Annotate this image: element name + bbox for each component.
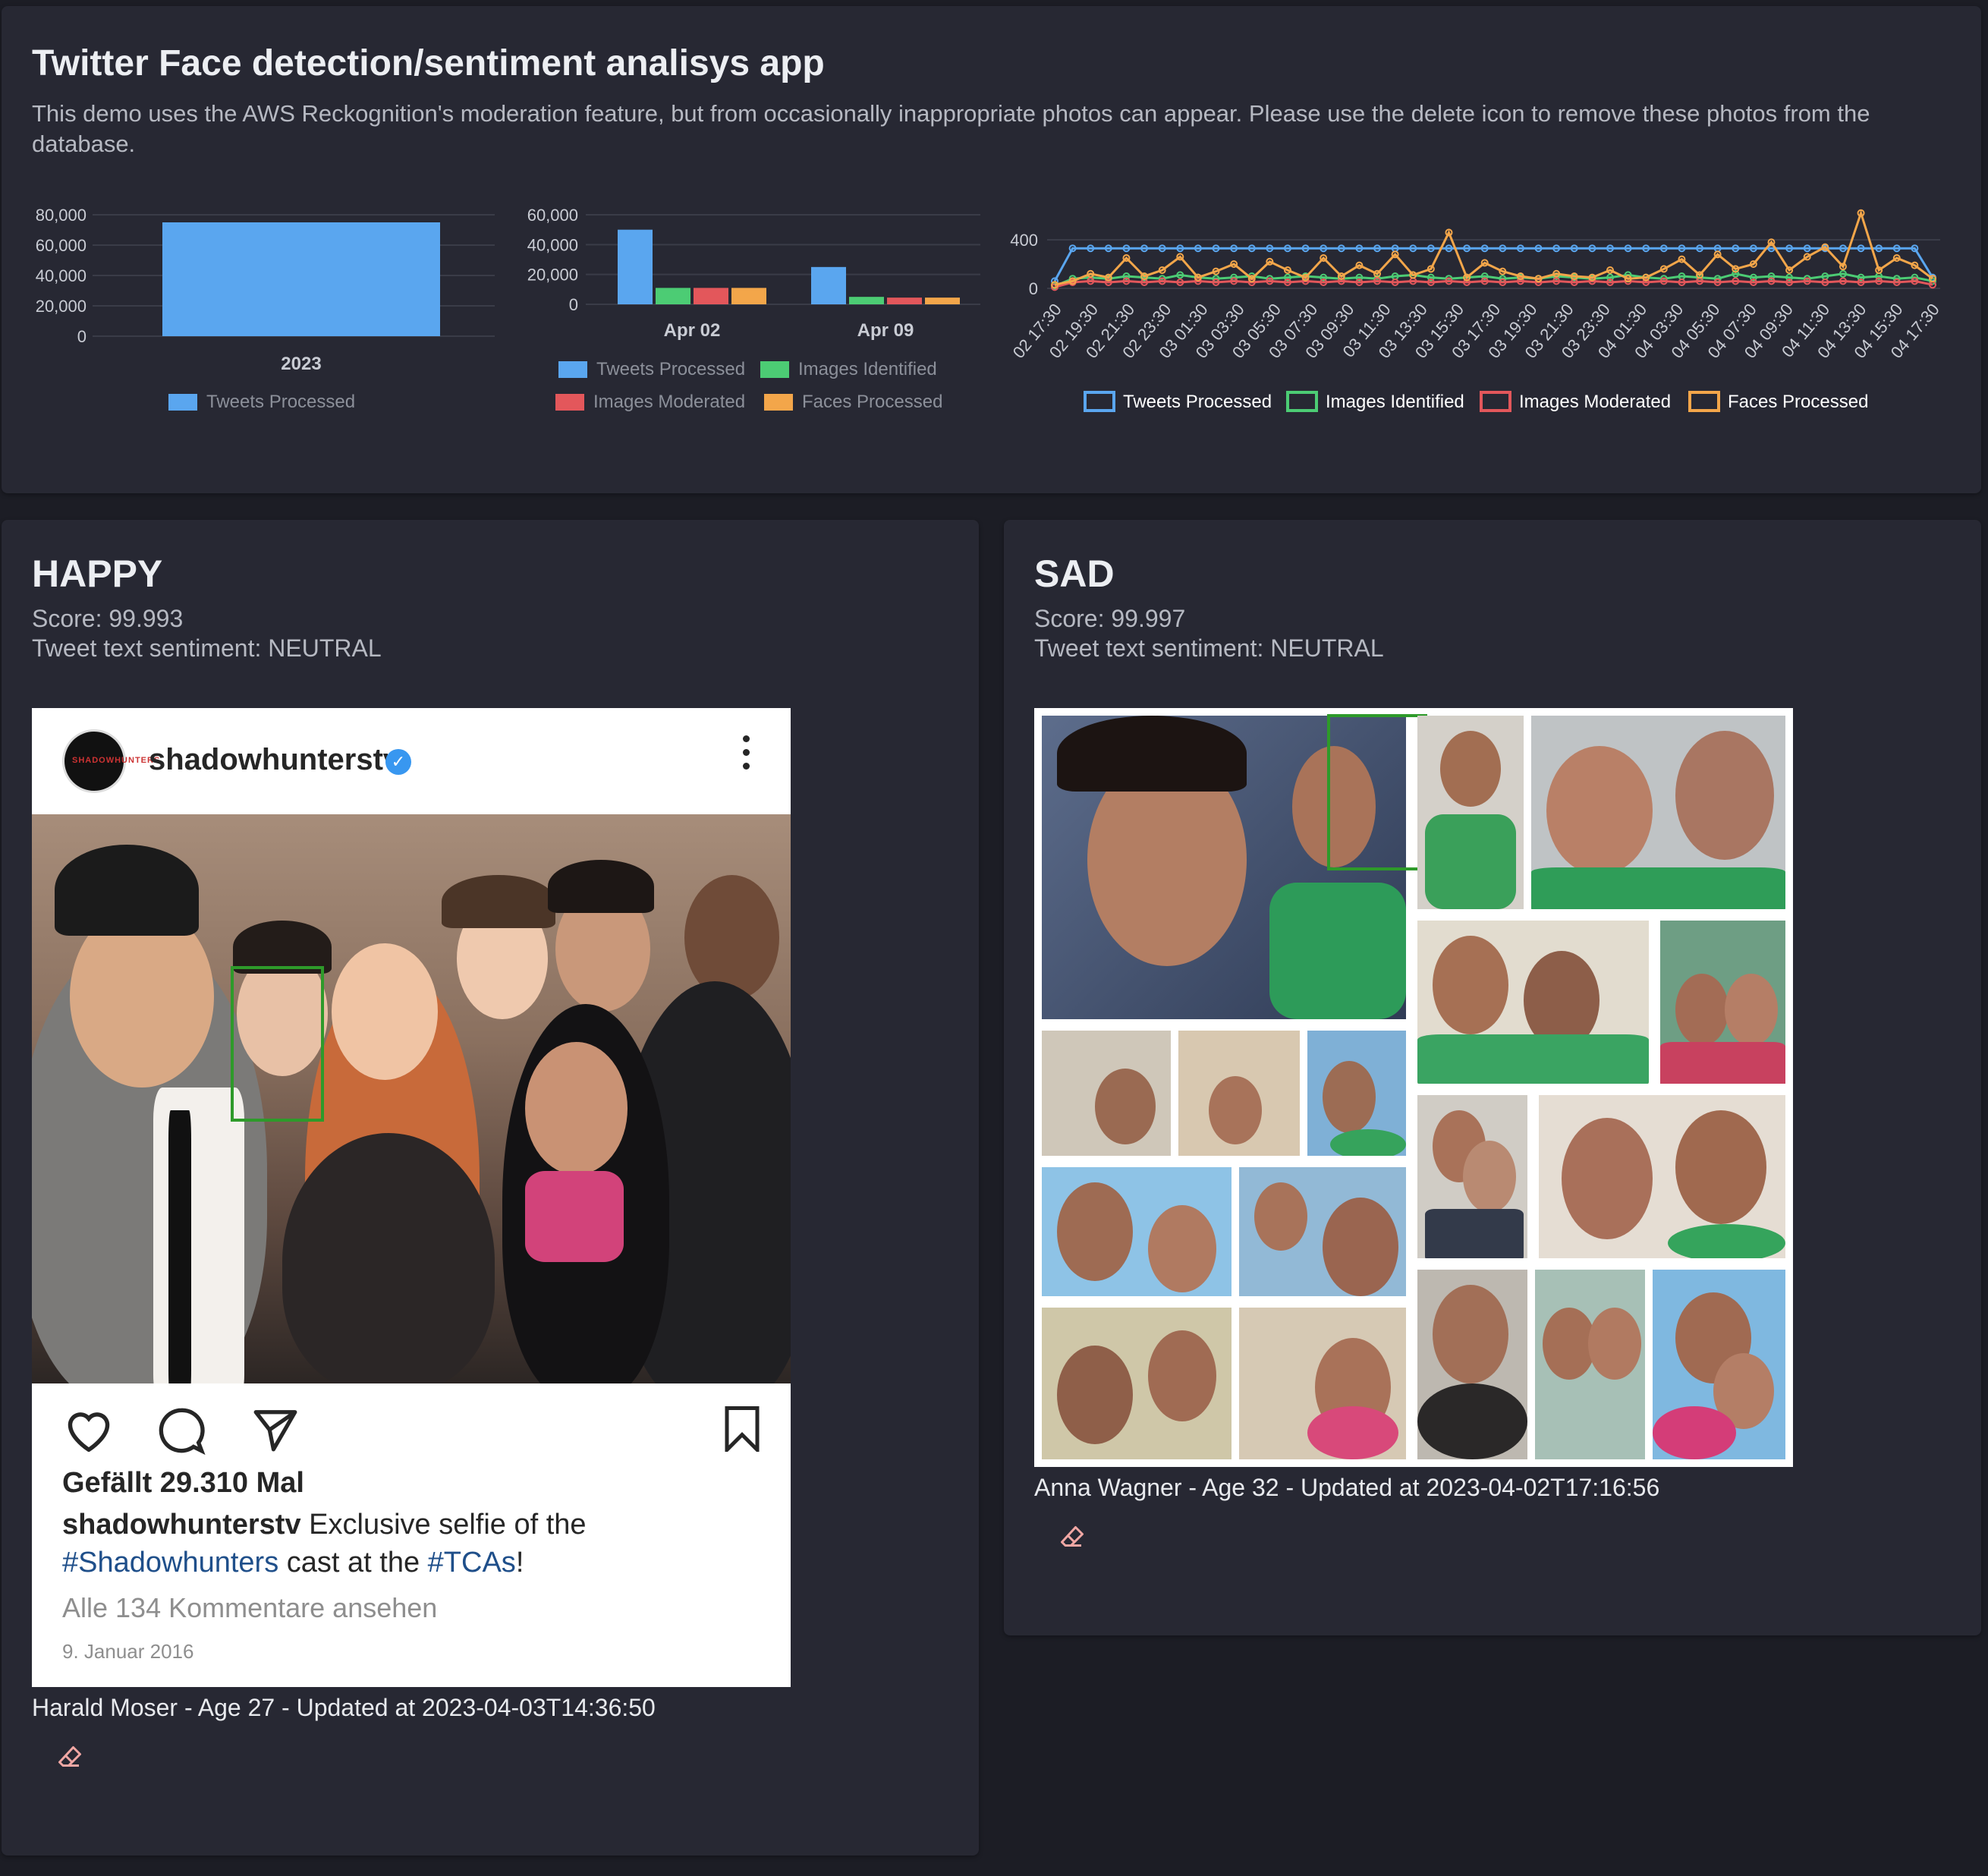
y-tick-label: 400: [1010, 231, 1038, 250]
bar: [849, 297, 884, 304]
face-card-sad: SAD Score: 99.997 Tweet text sentiment: …: [1004, 520, 1981, 1635]
avatar: SHADOWHUNTERS: [62, 729, 159, 793]
face-bounding-box: [1327, 714, 1427, 870]
series-line: [1054, 279, 1933, 288]
bar: [925, 297, 960, 304]
weekly-bar-chart: 60,000 40,000 20,000 0 Apr 02 Apr 09 Tweets Pr…: [527, 206, 980, 412]
y-tick-label: 0: [1029, 279, 1038, 298]
post-date: 9. Januar 2016: [62, 1640, 194, 1663]
y-tick-label: 0: [569, 295, 578, 314]
y-tick-label: 20,000: [36, 297, 87, 316]
score-text: Score: 99.997: [1034, 605, 1186, 632]
y-tick-label: 60,000: [36, 236, 87, 255]
legend-swatch: [555, 394, 584, 411]
y-tick-label: 60,000: [527, 206, 578, 225]
legend-swatch: [1084, 391, 1115, 412]
post-likes: Gefällt 29.310 Mal: [62, 1467, 304, 1499]
legend-label: Tweets Processed: [1123, 392, 1272, 412]
bar: [656, 288, 690, 304]
emotion-title: SAD: [1034, 552, 1115, 595]
group-selfie-image: [32, 814, 791, 1383]
bar: [694, 288, 728, 304]
eraser-icon[interactable]: [56, 1744, 83, 1771]
post-caption-line1: shadowhunterstv Exclusive selfie of the: [62, 1509, 587, 1541]
more-options-icon: [741, 735, 750, 778]
legend-label: Tweets Processed: [596, 359, 745, 379]
x-tick-label: Apr 09: [857, 320, 914, 341]
bookmark-icon: [725, 1406, 760, 1452]
legend-swatch: [1480, 391, 1511, 412]
y-tick-label: 0: [77, 327, 87, 346]
bar: [618, 229, 653, 304]
bar: [811, 266, 846, 304]
face-card-happy: HAPPY Score: 99.993 Tweet text sentiment…: [2, 520, 979, 1856]
legend-label: Images Moderated: [1519, 392, 1671, 412]
legend-swatch: [1688, 391, 1720, 412]
app-description: This demo uses the AWS Reckognition's mo…: [32, 100, 1870, 157]
legend-label: Tweets Processed: [206, 392, 355, 412]
verified-badge-icon: ✓: [385, 749, 411, 775]
avatar-logo-text: SHADOWHUNTERS: [72, 756, 161, 765]
sentiment-text: Tweet text sentiment: NEUTRAL: [32, 634, 382, 662]
legend-label: Faces Processed: [802, 392, 942, 412]
emotion-title: HAPPY: [32, 552, 163, 595]
y-tick-label: 40,000: [36, 266, 87, 285]
app-title: Twitter Face detection/sentiment analisy…: [32, 43, 825, 83]
legend-swatch: [168, 394, 197, 411]
x-tick-label: 2023: [281, 354, 321, 374]
sentiment-text: Tweet text sentiment: NEUTRAL: [1034, 634, 1384, 662]
legend-label: Images Identified: [798, 359, 937, 379]
post-caption-line2: #Shadowhunters cast at the #TCAs!: [62, 1547, 524, 1579]
stats-card: Twitter Face detection/sentiment analisy…: [2, 6, 1981, 493]
x-tick-label: Apr 02: [664, 320, 721, 341]
legend-swatch: [764, 394, 793, 411]
legend-swatch: [760, 361, 789, 378]
post-header: SHADOWHUNTERS shadowhunterstv ✓: [32, 708, 791, 814]
bar: [887, 297, 922, 304]
share-icon: [253, 1410, 297, 1452]
legend-swatch: [1286, 391, 1318, 412]
tweet-photo-collage: [1034, 708, 1793, 1467]
post-actions: [32, 1383, 791, 1459]
series-line: [1054, 272, 1933, 288]
face-bounding-box: [231, 966, 324, 1122]
y-tick-label: 80,000: [36, 206, 87, 225]
post-username: shadowhunterstv: [149, 743, 401, 776]
bar: [731, 288, 766, 304]
legend-swatch: [558, 361, 587, 378]
heart-icon: [68, 1412, 110, 1452]
tweet-photo: SHADOWHUNTERS shadowhunterstv ✓ Gefällt …: [32, 708, 791, 1687]
person-caption: Anna Wagner - Age 32 - Updated at 2023-0…: [1034, 1474, 1660, 1501]
score-text: Score: 99.993: [32, 605, 184, 632]
bar: [162, 222, 440, 336]
comment-icon: [159, 1408, 206, 1455]
person-caption: Harald Moser - Age 27 - Updated at 2023-…: [32, 1694, 656, 1721]
legend-label: Images Identified: [1326, 392, 1464, 412]
hourly-line-chart: 400002 17:3002 19:3002 21:3002 23:3003 0…: [1009, 209, 1943, 412]
y-tick-label: 20,000: [527, 266, 578, 285]
legend-label: Images Moderated: [593, 392, 745, 412]
yearly-bar-chart: 80,000 60,000 40,000 20,000 0 2023 Tweets Proc…: [36, 206, 495, 412]
eraser-icon[interactable]: [1058, 1524, 1086, 1551]
post-comments-link: Alle 134 Kommentare ansehen: [62, 1592, 438, 1623]
y-tick-label: 40,000: [527, 235, 578, 254]
legend-label: Faces Processed: [1728, 392, 1868, 412]
